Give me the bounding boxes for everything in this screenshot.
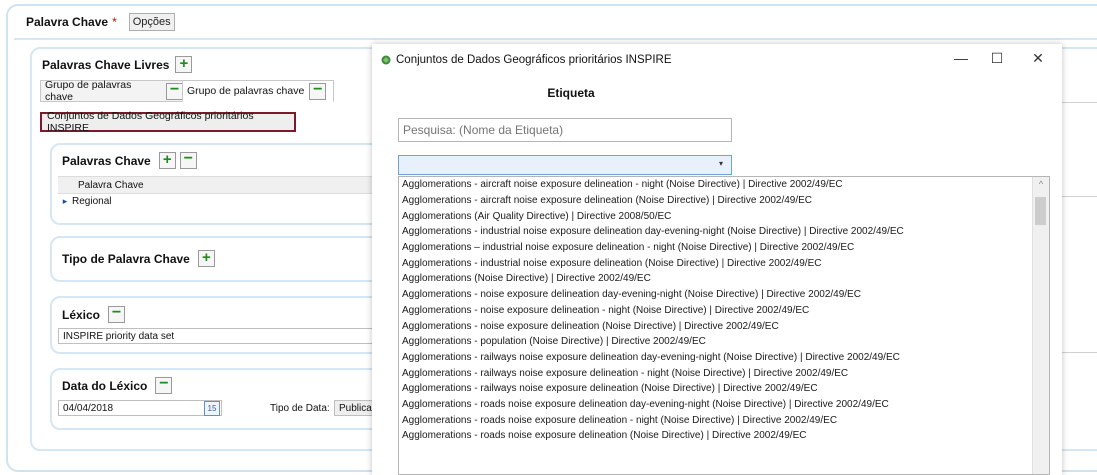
tag-dropdown[interactable]: ▾ (398, 155, 732, 175)
selected-thesaurus-tag[interactable]: Conjuntos de Dados Geográficos prioritár… (40, 110, 296, 134)
required-marker: * (112, 15, 117, 29)
remove-keyword-minus-icon[interactable]: − (179, 151, 197, 169)
date-type-label: Tipo de Data: (270, 403, 330, 414)
keywords-header: Palavras Chave + − (62, 151, 197, 169)
add-keyword-plus-icon[interactable]: + (158, 152, 176, 169)
list-item[interactable]: Agglomerations - aircraft noise exposure… (399, 193, 1049, 209)
background-divider (1062, 196, 1097, 197)
list-item[interactable]: Agglomerations - industrial noise exposu… (399, 224, 1049, 240)
calendar-icon[interactable]: 15 (204, 401, 220, 416)
tab-label: Grupo de palavras chave (45, 79, 132, 103)
keywords-grid-header: Palavra Chave (58, 176, 378, 194)
date-field[interactable]: 04/04/2018 (58, 400, 222, 416)
keywords-title: Palavras Chave (62, 153, 151, 168)
dialog-heading: Etiqueta (547, 86, 595, 100)
list-item[interactable]: Agglomerations – industrial noise exposu… (399, 240, 1049, 256)
tab-keyword-group-2[interactable]: Grupo de palavras chave − (182, 80, 334, 102)
keyword-type-title: Tipo de Palavra Chave (62, 251, 190, 266)
chevron-down-icon: ▾ (718, 159, 723, 168)
list-item[interactable]: Agglomerations - roads noise exposure de… (399, 397, 1049, 413)
free-keywords-title: Palavras Chave Livres (42, 57, 170, 72)
add-type-plus-icon[interactable]: + (197, 250, 215, 267)
list-item[interactable]: Agglomerations - railways noise exposure… (399, 381, 1049, 397)
lexicon-field[interactable]: INSPIRE priority data set (58, 328, 378, 344)
row-pointer-icon: ▸ (62, 195, 68, 206)
options-button[interactable]: Opções (128, 13, 175, 31)
tag-search-input[interactable] (398, 118, 732, 142)
remove-lexicon-minus-icon[interactable]: − (108, 305, 126, 323)
column-header-keyword[interactable]: Palavra Chave (78, 180, 144, 191)
close-icon[interactable]: ✕ (1023, 50, 1053, 67)
background-divider (1062, 102, 1097, 103)
tag-list-scrollbar[interactable]: ^ (1032, 177, 1049, 474)
lexicon-header: Léxico − (62, 305, 126, 323)
list-item[interactable]: Agglomerations - industrial noise exposu… (399, 255, 1049, 271)
list-item[interactable]: Agglomerations - noise exposure delineat… (399, 287, 1049, 303)
list-item[interactable]: Agglomerations - roads noise exposure de… (399, 412, 1049, 428)
scroll-up-icon[interactable]: ^ (1033, 179, 1049, 189)
keyword-cell[interactable]: Regional (72, 196, 111, 207)
dialog-title: Conjuntos de Dados Geográficos prioritár… (396, 54, 672, 66)
lexicon-date-header: Data do Léxico − (62, 376, 173, 394)
lexicon-date-title: Data do Léxico (62, 378, 148, 393)
list-item[interactable]: Agglomerations (Air Quality Directive) |… (399, 208, 1049, 224)
tab-keyword-group-1[interactable]: Grupo de palavras chave − (40, 79, 188, 103)
list-item[interactable]: Agglomerations - aircraft noise exposure… (399, 177, 1049, 193)
keyword-type-header: Tipo de Palavra Chave + (62, 250, 215, 267)
dialog-titlebar: Conjuntos de Dados Geográficos prioritár… (380, 54, 672, 66)
list-item[interactable]: Agglomerations - railways noise exposure… (399, 365, 1049, 381)
add-group-plus-icon[interactable]: + (175, 56, 193, 73)
minimize-icon[interactable]: — (946, 50, 976, 66)
list-item[interactable]: Agglomerations - noise exposure delineat… (399, 318, 1049, 334)
list-item[interactable]: Agglomerations - noise exposure delineat… (399, 303, 1049, 319)
scroll-thumb[interactable] (1035, 197, 1046, 225)
app-leaf-icon (381, 55, 391, 65)
maximize-icon[interactable]: ☐ (982, 50, 1012, 67)
lexicon-title: Léxico (62, 307, 101, 322)
table-row[interactable]: ▸ Regional (58, 193, 378, 209)
background-divider (1062, 352, 1097, 353)
keyword-header: Palavra Chave * Opções (26, 13, 175, 31)
tag-list-items: Agglomerations - aircraft noise exposure… (399, 177, 1049, 444)
list-item[interactable]: Agglomerations (Noise Directive) | Direc… (399, 271, 1049, 287)
tag-picker-dialog: Conjuntos de Dados Geográficos prioritár… (372, 44, 1062, 475)
tag-list[interactable]: Agglomerations - aircraft noise exposure… (398, 176, 1050, 475)
list-item[interactable]: Agglomerations - population (Noise Direc… (399, 334, 1049, 350)
remove-group-minus-icon[interactable]: − (309, 81, 327, 100)
remove-group-minus-icon[interactable]: − (166, 81, 183, 100)
tab-label: Grupo de palavras chave (187, 85, 305, 97)
list-item[interactable]: Agglomerations - railways noise exposure… (399, 350, 1049, 366)
free-keywords-header: Palavras Chave Livres + (42, 56, 193, 73)
keyword-label: Palavra Chave (26, 15, 109, 29)
remove-date-minus-icon[interactable]: − (155, 376, 173, 394)
lexicon-subpanel (50, 296, 380, 354)
header-divider (14, 38, 1097, 40)
list-item[interactable]: Agglomerations - roads noise exposure de… (399, 428, 1049, 444)
